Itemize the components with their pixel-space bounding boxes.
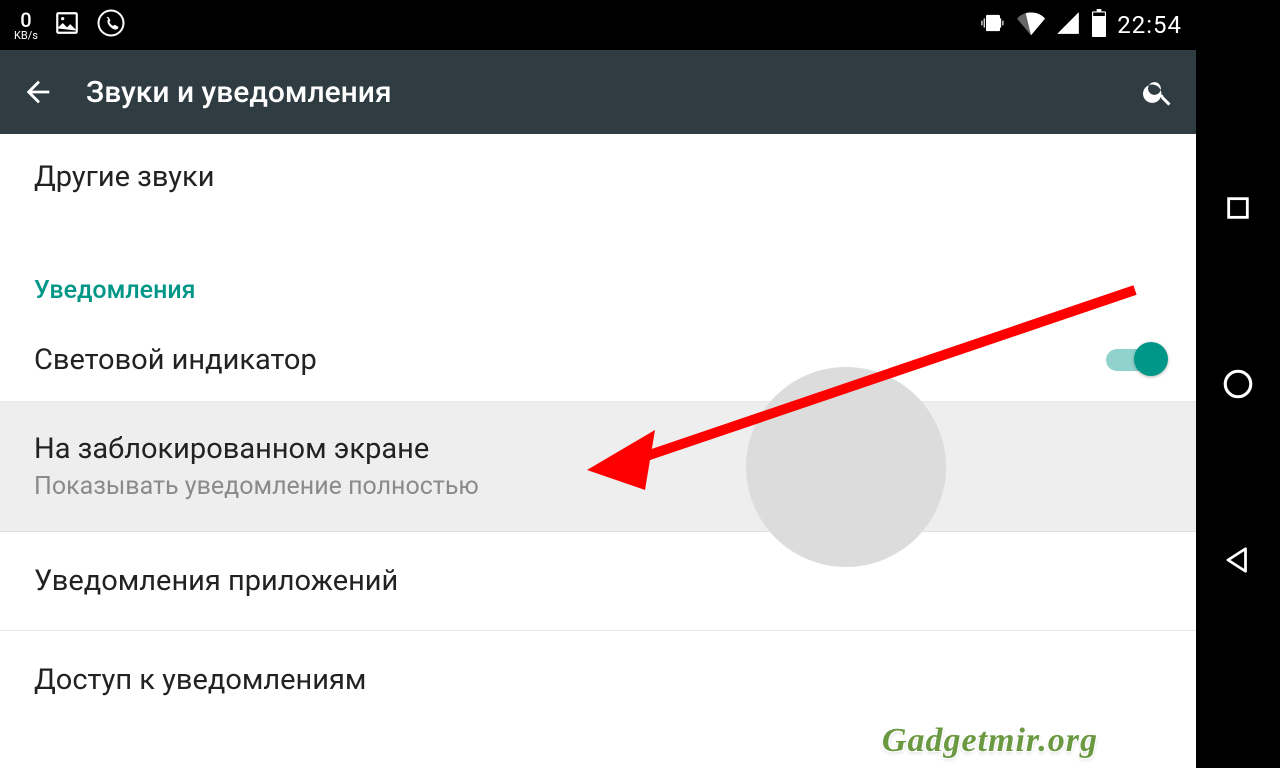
circle-icon — [1221, 367, 1255, 401]
item-label: На заблокированном экране — [34, 432, 1162, 466]
touch-ripple — [746, 367, 946, 567]
clock: 22:54 — [1117, 11, 1182, 39]
battery-icon — [1091, 9, 1107, 41]
network-speed-unit: KB/s — [14, 30, 38, 41]
signal-icon — [1055, 10, 1081, 40]
network-speed-value: 0 — [20, 10, 31, 30]
switch-thumb — [1134, 342, 1168, 376]
settings-list: Другие звуки Уведомления Световой индика… — [0, 134, 1196, 729]
item-app-notifications[interactable]: Уведомления приложений — [0, 532, 1196, 631]
picture-icon — [54, 10, 80, 40]
item-label: Уведомления приложений — [34, 564, 398, 598]
page-title: Звуки и уведомления — [86, 75, 1134, 110]
network-speed-indicator: 0 KB/s — [14, 10, 38, 41]
search-button[interactable] — [1134, 68, 1182, 116]
arrow-back-icon — [21, 75, 55, 109]
viber-icon — [96, 8, 126, 42]
section-header-notifications: Уведомления — [0, 220, 1196, 319]
nav-recent-button[interactable] — [1221, 191, 1255, 225]
item-label: Доступ к уведомлениям — [34, 663, 366, 697]
wifi-icon — [1017, 9, 1045, 41]
item-notification-access[interactable]: Доступ к уведомлениям — [0, 631, 1196, 729]
search-icon — [1141, 75, 1175, 109]
item-other-sounds[interactable]: Другие звуки — [0, 134, 1196, 220]
item-subtitle: Показывать уведомление полностью — [34, 472, 1162, 501]
nav-home-button[interactable] — [1221, 367, 1255, 401]
square-icon — [1224, 194, 1252, 222]
item-lock-screen-notifications[interactable]: На заблокированном экране Показывать уве… — [0, 402, 1196, 532]
item-light-indicator[interactable]: Световой индикатор — [0, 319, 1196, 402]
item-label: Другие звуки — [34, 160, 214, 194]
screen-root: 0 KB/s — [0, 0, 1280, 768]
system-nav-bar — [1196, 0, 1280, 768]
status-right: 22:54 — [979, 9, 1182, 41]
status-left: 0 KB/s — [14, 8, 126, 42]
status-bar: 0 KB/s — [0, 0, 1196, 50]
triangle-back-icon — [1223, 545, 1253, 575]
watermark: Gadgetmir.org — [882, 722, 1098, 760]
content-area: 0 KB/s — [0, 0, 1196, 768]
action-bar: Звуки и уведомления — [0, 50, 1196, 134]
nav-back-button[interactable] — [1221, 543, 1255, 577]
item-label: Световой индикатор — [34, 343, 317, 377]
vibrate-icon — [979, 9, 1007, 41]
light-indicator-switch[interactable] — [1106, 349, 1162, 371]
back-button[interactable] — [14, 68, 62, 116]
